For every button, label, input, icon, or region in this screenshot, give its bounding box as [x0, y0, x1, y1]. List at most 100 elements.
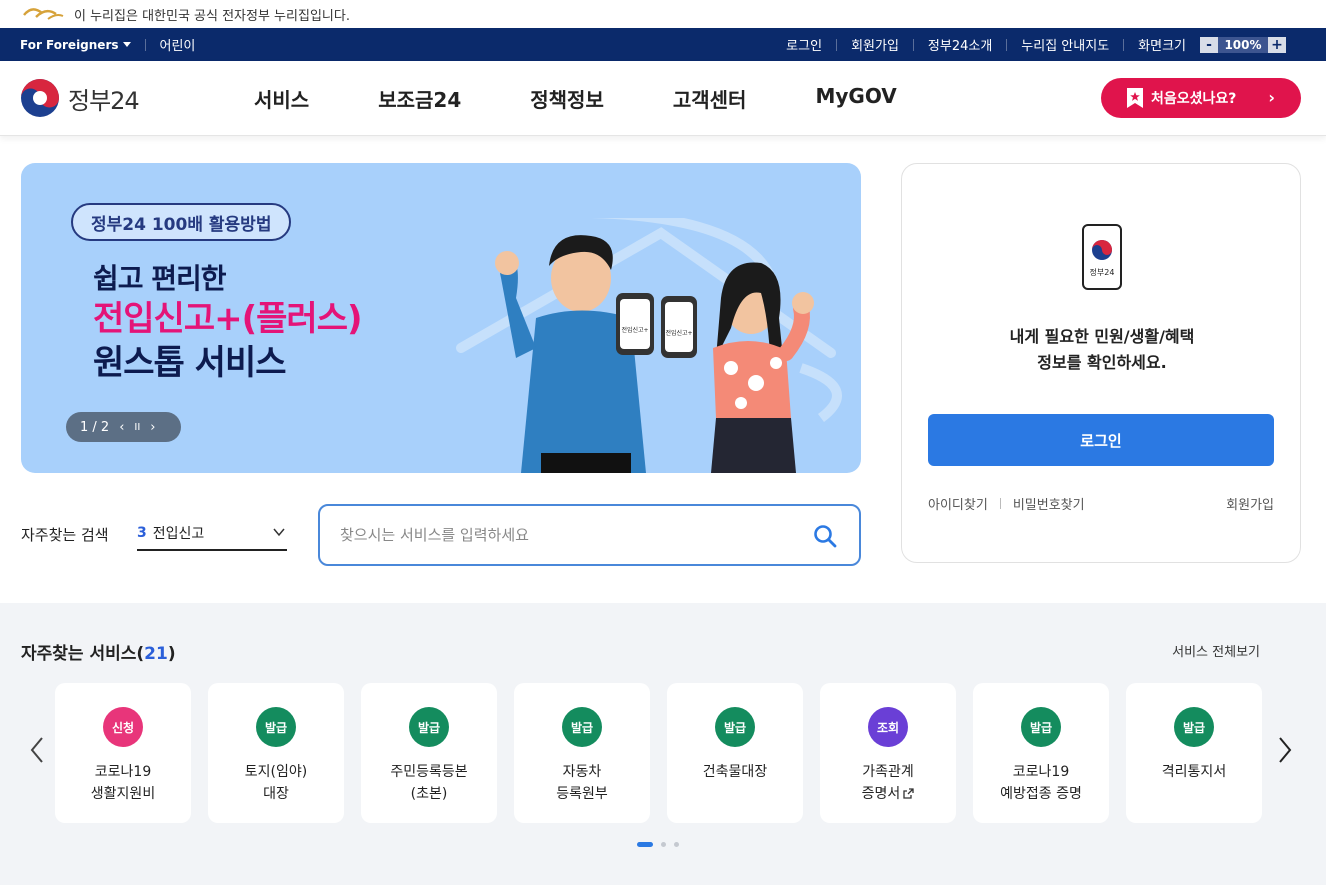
- chevron-down-icon: [273, 528, 285, 537]
- login-links: 아이디찾기 비밀번호찾기: [928, 494, 1085, 513]
- site-logo[interactable]: 정부24: [20, 78, 220, 118]
- search-box: [318, 504, 861, 566]
- nav-services[interactable]: 서비스: [254, 84, 309, 113]
- services-title-text: 자주찾는 서비스(: [21, 644, 145, 664]
- divider: [1006, 38, 1008, 51]
- find-id-link[interactable]: 아이디찾기: [928, 494, 988, 513]
- services-title-end: ): [167, 644, 176, 664]
- external-link-icon: [903, 788, 914, 799]
- service-card[interactable]: 조회 가족관계 증명서: [820, 683, 956, 823]
- chevron-right-icon[interactable]: [1277, 736, 1293, 764]
- service-badge: 발급: [715, 707, 755, 747]
- service-card[interactable]: 발급 건축물대장: [667, 683, 803, 823]
- service-name: 코로나19 예방접종 증명: [1000, 764, 1082, 802]
- nav-policy-info[interactable]: 정책정보: [530, 84, 604, 113]
- service-card[interactable]: 발급 코로나19 예방접종 증명: [973, 683, 1109, 823]
- chevron-right-icon: ›: [1268, 88, 1275, 107]
- service-card[interactable]: 신청 코로나19 생활지원비: [55, 683, 191, 823]
- frequent-search-rank: 3: [137, 524, 147, 541]
- hero-carousel-controls: 1 / 2 ‹ II ›: [66, 412, 181, 442]
- nav-customer-center[interactable]: 고객센터: [673, 84, 747, 113]
- gov-banner-text: 이 누리집은 대한민국 공식 전자정부 누리집입니다.: [74, 8, 350, 24]
- service-name: 가족관계 증명서: [820, 761, 956, 805]
- pause-button[interactable]: II: [134, 422, 140, 433]
- service-badge: 발급: [409, 707, 449, 747]
- next-slide-button[interactable]: ›: [150, 420, 155, 435]
- login-button[interactable]: 로그인: [928, 414, 1274, 466]
- eg-logo-icon: [23, 8, 64, 20]
- service-card[interactable]: 발급 자동차 등록원부: [514, 683, 650, 823]
- utility-bar: For Foreigners 어린이 로그인 회원가입 정부24소개 누리집 안…: [0, 28, 1326, 61]
- nav-subsidy24[interactable]: 보조금24: [378, 84, 461, 113]
- zoom-label: 화면크기: [1138, 39, 1186, 54]
- login-message-line2: 정보를 확인하세요.: [1037, 353, 1167, 372]
- zoom-value: 100%: [1218, 36, 1268, 53]
- first-visit-button[interactable]: 처음오셨나요? ›: [1101, 78, 1301, 118]
- zoom-control: - 100% +: [1200, 36, 1286, 53]
- carousel-dot[interactable]: [661, 842, 666, 847]
- service-badge: 발급: [1174, 707, 1214, 747]
- find-password-link[interactable]: 비밀번호찾기: [1013, 494, 1085, 513]
- search-input[interactable]: [340, 526, 800, 544]
- view-all-services-link[interactable]: 서비스 전체보기: [1172, 641, 1260, 660]
- service-badge: 발급: [562, 707, 602, 747]
- hero-pager: 1 / 2: [80, 419, 110, 435]
- kids-link[interactable]: 어린이: [160, 35, 196, 54]
- prev-slide-button[interactable]: ‹: [119, 420, 124, 435]
- service-name: 토지(임야) 대장: [244, 764, 308, 802]
- divider: [144, 38, 146, 51]
- frequent-services-title: 자주찾는 서비스(21): [21, 639, 176, 664]
- hero-headline-3: 원스톱 서비스: [93, 343, 287, 383]
- gov24-app-phone-icon: 정부24: [1082, 224, 1122, 290]
- carousel-dot[interactable]: [637, 842, 653, 847]
- hero-headline-2: 전입신고+(플러스): [93, 299, 363, 339]
- service-name: 코로나19 생활지원비: [90, 764, 156, 802]
- util-sitemap-link[interactable]: 누리집 안내지도: [1021, 35, 1109, 54]
- services-count: 21: [144, 644, 168, 664]
- hero-illustration: 전입신고+ 전입신고+: [456, 218, 842, 473]
- for-foreigners-label: For Foreigners: [20, 37, 119, 52]
- frequent-services-section: 자주찾는 서비스(21) 서비스 전체보기 신청 코로나19 생활지원비 발급 …: [0, 603, 1326, 885]
- carousel-dot[interactable]: [674, 842, 679, 847]
- search-icon[interactable]: [813, 524, 837, 548]
- service-card[interactable]: 발급 토지(임야) 대장: [208, 683, 344, 823]
- service-badge: 신청: [103, 707, 143, 747]
- hero-pill: 정부24 100배 활용방법: [71, 203, 292, 241]
- service-badge: 발급: [1021, 707, 1061, 747]
- phone-label-text: 전입신고+: [665, 329, 692, 337]
- divider: [1123, 38, 1125, 51]
- service-name: 건축물대장: [702, 764, 768, 780]
- hero-banner[interactable]: 정부24 100배 활용방법 쉽고 편리한 전입신고+(플러스) 원스톱 서비스…: [21, 163, 861, 473]
- service-name: 격리통지서: [1161, 764, 1227, 780]
- zoom-in-button[interactable]: +: [1268, 36, 1286, 53]
- frequent-search-keyword: 전입신고: [152, 525, 205, 542]
- service-card[interactable]: 발급 격리통지서: [1126, 683, 1262, 823]
- gov-official-banner: 이 누리집은 대한민국 공식 전자정부 누리집입니다.: [0, 0, 1326, 28]
- util-about-link[interactable]: 정부24소개: [928, 35, 992, 54]
- taegeuk-logo-icon: [21, 79, 59, 117]
- divider: [999, 498, 1001, 509]
- login-message: 내게 필요한 민원/생활/혜택 정보를 확인하세요.: [902, 324, 1302, 376]
- bookmark-icon: [1127, 88, 1143, 108]
- util-login-link[interactable]: 로그인: [786, 35, 822, 54]
- caret-down-icon: [122, 41, 131, 47]
- login-message-line1: 내게 필요한 민원/생활/혜택: [1009, 327, 1195, 346]
- divider: [836, 38, 838, 51]
- for-foreigners-dropdown[interactable]: For Foreigners: [20, 38, 131, 52]
- frequent-search-dropdown[interactable]: 3 전입신고: [137, 516, 287, 551]
- zoom-out-button[interactable]: -: [1200, 36, 1218, 53]
- chevron-left-icon[interactable]: [29, 736, 45, 764]
- logo-text: 정부24: [68, 86, 140, 115]
- service-badge: 조회: [868, 707, 908, 747]
- carousel-dots: [637, 842, 679, 847]
- divider: [912, 38, 914, 51]
- phone-label-text: 전입신고+: [621, 326, 648, 334]
- frequent-search-label: 자주찾는 검색: [21, 526, 109, 544]
- join-link[interactable]: 회원가입: [1226, 494, 1274, 513]
- service-card[interactable]: 발급 주민등록등본 (초본): [361, 683, 497, 823]
- util-join-link[interactable]: 회원가입: [851, 35, 899, 54]
- service-badge: 발급: [256, 707, 296, 747]
- global-nav: 서비스 보조금24 정책정보 고객센터 MyGOV: [254, 84, 966, 113]
- nav-mygov[interactable]: MyGOV: [815, 84, 896, 113]
- first-visit-label: 처음오셨나요?: [1151, 91, 1237, 107]
